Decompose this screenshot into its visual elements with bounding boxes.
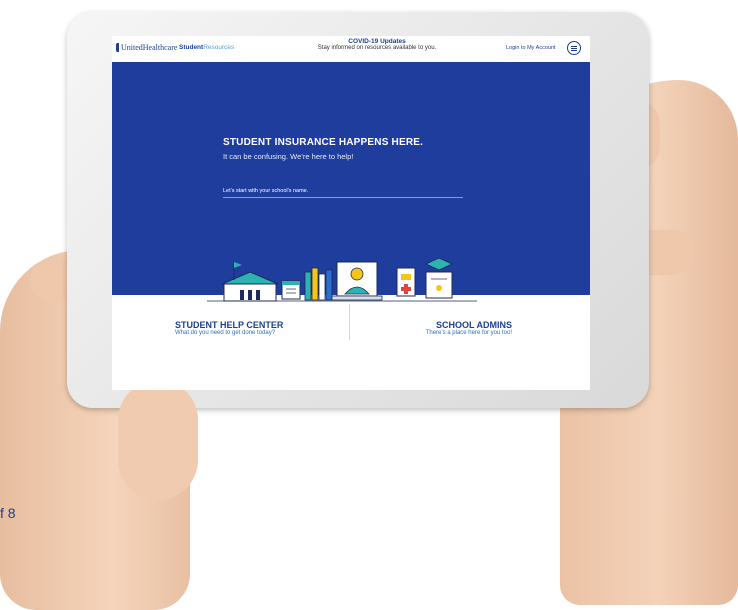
section-title: SCHOOL ADMINS xyxy=(435,320,512,330)
page-counter: f 8 xyxy=(0,505,16,521)
tablet-screen: UnitedHealthcare StudentResources COVID-… xyxy=(112,36,590,390)
school-building-icon xyxy=(221,262,279,302)
books-icon xyxy=(304,267,333,301)
graduation-certificate-icon xyxy=(425,257,453,299)
left-thumb xyxy=(118,380,198,500)
doctor-laptop-icon xyxy=(331,261,383,301)
school-admins-link[interactable]: SCHOOL ADMINS There’s a place here for y… xyxy=(342,320,512,336)
calendar-icon xyxy=(281,280,301,300)
campus-illustration xyxy=(207,257,477,302)
section-subtitle: There’s a place here for you too! xyxy=(425,330,512,336)
medical-chart-icon xyxy=(396,267,416,297)
